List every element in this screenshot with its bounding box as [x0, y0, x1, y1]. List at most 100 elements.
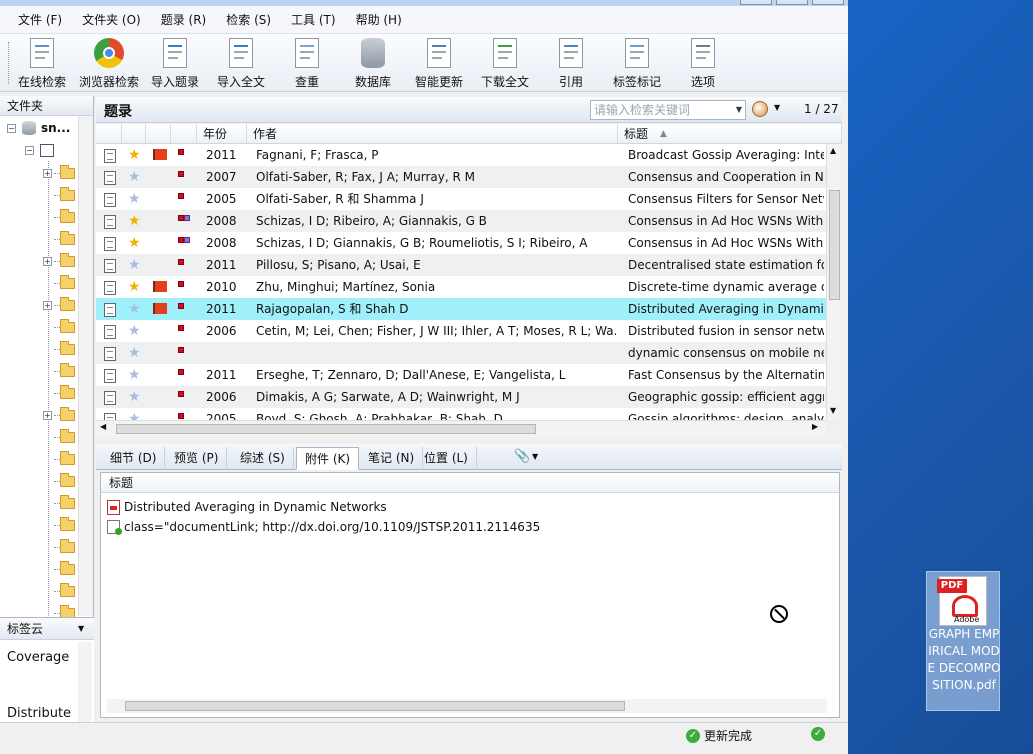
column-author[interactable]: 作者 [247, 124, 618, 144]
star-icon[interactable]: ★ [128, 388, 141, 406]
document-icon[interactable] [104, 281, 116, 295]
tree-folder-item[interactable] [43, 514, 75, 536]
star-icon[interactable]: ★ [128, 168, 141, 186]
flag-icon[interactable] [153, 281, 167, 292]
tree-folder-item[interactable] [43, 536, 75, 558]
scroll-left-icon[interactable]: ◀ [100, 422, 106, 431]
chevron-down-icon[interactable]: ▼ [774, 103, 780, 112]
database-button[interactable]: 数据库 [343, 36, 403, 90]
scrollbar-thumb[interactable] [116, 424, 536, 434]
tree-folder-item[interactable] [43, 228, 75, 250]
tree-folder-item[interactable] [43, 206, 75, 228]
empty-document-icon[interactable] [104, 193, 116, 207]
tag-cloud-scrollbar[interactable] [78, 642, 92, 722]
column-color[interactable] [171, 124, 197, 144]
column-star[interactable] [122, 124, 146, 144]
color-label-icon[interactable] [178, 149, 184, 155]
document-icon[interactable] [104, 325, 116, 339]
tab-preview[interactable]: 预览 (P) [166, 447, 228, 470]
maximize-button[interactable] [776, 0, 808, 5]
flag-icon[interactable] [153, 303, 167, 314]
color-label-icon[interactable] [178, 193, 184, 199]
menu-item[interactable]: 文件 (F) [8, 6, 72, 34]
tree-folder-item[interactable] [43, 492, 75, 514]
find-duplicates-button[interactable]: 查重 [277, 36, 337, 90]
column-flag[interactable] [146, 124, 171, 144]
star-icon[interactable]: ★ [128, 278, 141, 296]
tree-folder-item[interactable] [43, 426, 75, 448]
document-icon[interactable] [104, 369, 116, 383]
table-row[interactable]: ★ 2006 Cetin, M; Lei, Chen; Fisher, J W II… [96, 320, 826, 342]
star-icon[interactable]: ★ [128, 322, 141, 340]
close-button[interactable] [812, 0, 844, 5]
tree-folder-item[interactable]: + [43, 162, 75, 184]
tree-folder-item[interactable] [43, 360, 75, 382]
table-row[interactable]: ★ 2005 Olfati-Saber, R 和 Shamma J Consensus… [96, 188, 826, 210]
import-fulltext-button[interactable]: 导入全文 [211, 36, 271, 90]
chevron-down-icon[interactable]: ▼ [736, 101, 742, 119]
cite-button[interactable]: 引用 [541, 36, 601, 90]
table-row[interactable]: ★ 2008 Schizas, I D; Giannakis, G B; Roume… [96, 232, 826, 254]
scrollbar-thumb[interactable] [125, 701, 625, 711]
tag-item[interactable]: Coverage [7, 650, 69, 665]
scrollbar-thumb[interactable] [829, 190, 840, 300]
color-label-icon[interactable] [178, 347, 184, 353]
tree-folder-item[interactable]: + [43, 250, 75, 272]
star-icon[interactable]: ★ [128, 146, 141, 164]
star-icon[interactable]: ★ [128, 300, 141, 318]
minimize-button[interactable] [740, 0, 772, 5]
desktop-file-icon[interactable]: PDF Adobe GRAPH EMPIRICAL MODE DECOMPOSI… [926, 571, 1001, 711]
online-search-button[interactable]: 在线检索 [12, 36, 72, 90]
column-year[interactable]: 年份 [197, 124, 247, 144]
tree-folder-item[interactable] [43, 184, 75, 206]
tree-folder-item[interactable]: + [43, 404, 75, 426]
tab-notes[interactable]: 笔记 (N) [360, 447, 424, 470]
expand-icon[interactable]: + [43, 168, 52, 178]
star-icon[interactable]: ★ [128, 190, 141, 208]
color-label-icon[interactable] [178, 413, 184, 419]
tree-folder-item[interactable] [43, 580, 75, 602]
star-icon[interactable]: ★ [128, 212, 141, 230]
menu-item[interactable]: 文件夹 (O) [72, 6, 151, 34]
color-label-icon[interactable] [178, 369, 184, 375]
tag-button[interactable]: 标签标记 [607, 36, 667, 90]
chevron-down-icon[interactable]: ▼ [532, 452, 538, 461]
browser-search-button[interactable]: 浏览器检索 [79, 36, 139, 90]
collapse-icon[interactable]: − [7, 123, 16, 133]
menu-item[interactable]: 帮助 (H) [346, 6, 412, 34]
color-label-icon[interactable] [184, 237, 190, 243]
tag-item[interactable]: Distribute [7, 706, 71, 721]
star-icon[interactable]: ★ [128, 344, 141, 362]
table-row[interactable]: ★ dynamic consensus on mobile net [96, 342, 826, 364]
table-row[interactable]: ★ 2007 Olfati-Saber, R; Fax, J A; Murray, … [96, 166, 826, 188]
attachment-horizontal-scrollbar[interactable] [107, 699, 827, 713]
scroll-right-icon[interactable]: ▶ [812, 422, 818, 431]
collapse-icon[interactable]: − [25, 145, 34, 155]
star-icon[interactable]: ★ [128, 366, 141, 384]
tab-location[interactable]: 位置 (L) [416, 447, 477, 470]
paperclip-icon[interactable]: 📎 [514, 449, 530, 464]
tree-folder-item[interactable]: + [43, 294, 75, 316]
import-reference-button[interactable]: 导入题录 [145, 36, 205, 90]
table-row[interactable]: ★ 2010 Zhu, Minghui; Martínez, Sonia Discre… [96, 276, 826, 298]
download-fulltext-button[interactable]: 下载全文 [475, 36, 535, 90]
scroll-up-icon[interactable]: ▲ [830, 146, 836, 155]
color-label-icon[interactable] [184, 215, 190, 221]
list-horizontal-scrollbar[interactable]: ◀ ▶ [96, 420, 826, 437]
tree-node-list[interactable]: − [25, 139, 54, 161]
smart-update-button[interactable]: 智能更新 [409, 36, 469, 90]
menu-item[interactable]: 检索 (S) [216, 6, 281, 34]
expand-icon[interactable]: + [43, 410, 52, 420]
document-icon[interactable] [104, 303, 116, 317]
tree-folder-item[interactable] [43, 470, 75, 492]
folder-scrollbar[interactable] [78, 116, 93, 616]
tree-folder-item[interactable] [43, 272, 75, 294]
document-icon[interactable] [104, 413, 116, 420]
star-icon[interactable]: ★ [128, 234, 141, 252]
attachment-item[interactable]: class="documentLink; http://dx.doi.org/1… [107, 517, 540, 537]
star-icon[interactable]: ★ [128, 256, 141, 274]
table-row[interactable]: ★ 2011 Erseghe, T; Zennaro, D; Dall'Anese,… [96, 364, 826, 386]
attachment-column-header[interactable]: 标题 [101, 473, 839, 493]
tree-folder-item[interactable] [43, 448, 75, 470]
expand-icon[interactable]: + [43, 300, 52, 310]
